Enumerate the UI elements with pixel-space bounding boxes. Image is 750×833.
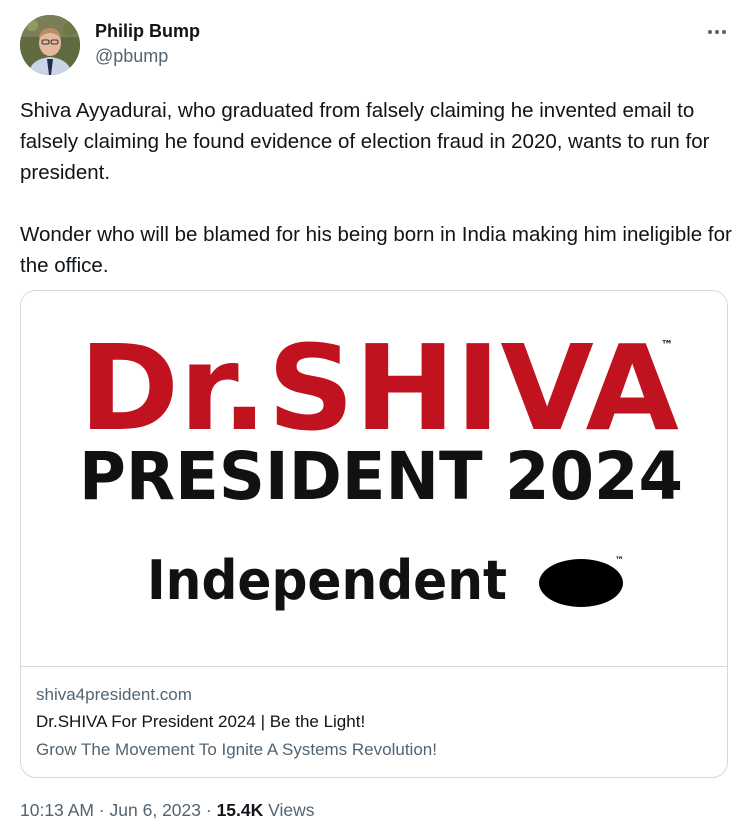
author-handle[interactable]: @pbump bbox=[95, 46, 168, 67]
more-options-button[interactable] bbox=[702, 20, 732, 44]
timestamp-date[interactable]: Jun 6, 2023 bbox=[110, 800, 201, 820]
card-description: Grow The Movement To Ignite A Systems Re… bbox=[36, 740, 437, 759]
tweet-meta: 10:13 AM · Jun 6, 2023 · 15.4K Views bbox=[20, 800, 315, 821]
logo-headline: Dr.SHIVA bbox=[79, 319, 679, 457]
logo-subheadline: PRESIDENT 2024 bbox=[79, 438, 683, 515]
tweet-paragraph: Shiva Ayyadurai, who graduated from fals… bbox=[20, 99, 710, 184]
meta-separator: · bbox=[205, 800, 212, 820]
more-dots-icon bbox=[708, 30, 726, 34]
avatar[interactable] bbox=[20, 15, 80, 75]
profile-photo-icon bbox=[20, 15, 80, 75]
tweet-text: Shiva Ayyadurai, who graduated from fals… bbox=[20, 95, 732, 281]
logo-party-tm: ™ bbox=[615, 556, 624, 566]
meta-separator: · bbox=[98, 800, 105, 820]
logo-oval-icon bbox=[539, 559, 623, 607]
logo-headline-tm: ™ bbox=[661, 338, 673, 352]
views-label: Views bbox=[268, 800, 315, 820]
tweet: Philip Bump @pbump Shiva Ayyadurai, who … bbox=[0, 0, 750, 833]
views-count[interactable]: 15.4K bbox=[217, 800, 264, 820]
timestamp-time[interactable]: 10:13 AM bbox=[20, 800, 94, 820]
author-name[interactable]: Philip Bump bbox=[95, 21, 200, 42]
card-image[interactable]: Dr.SHIVA ™ PRESIDENT 2024 Independent ™ bbox=[21, 291, 727, 667]
card-domain: shiva4president.com bbox=[36, 685, 192, 704]
logo-party: Independent bbox=[147, 549, 507, 612]
campaign-logo-image: Dr.SHIVA ™ PRESIDENT 2024 Independent ™ bbox=[21, 291, 727, 666]
card-title: Dr.SHIVA For President 2024 | Be the Lig… bbox=[36, 712, 366, 731]
link-card[interactable]: Dr.SHIVA ™ PRESIDENT 2024 Independent ™ … bbox=[20, 290, 728, 778]
tweet-paragraph: Wonder who will be blamed for his being … bbox=[20, 223, 732, 277]
